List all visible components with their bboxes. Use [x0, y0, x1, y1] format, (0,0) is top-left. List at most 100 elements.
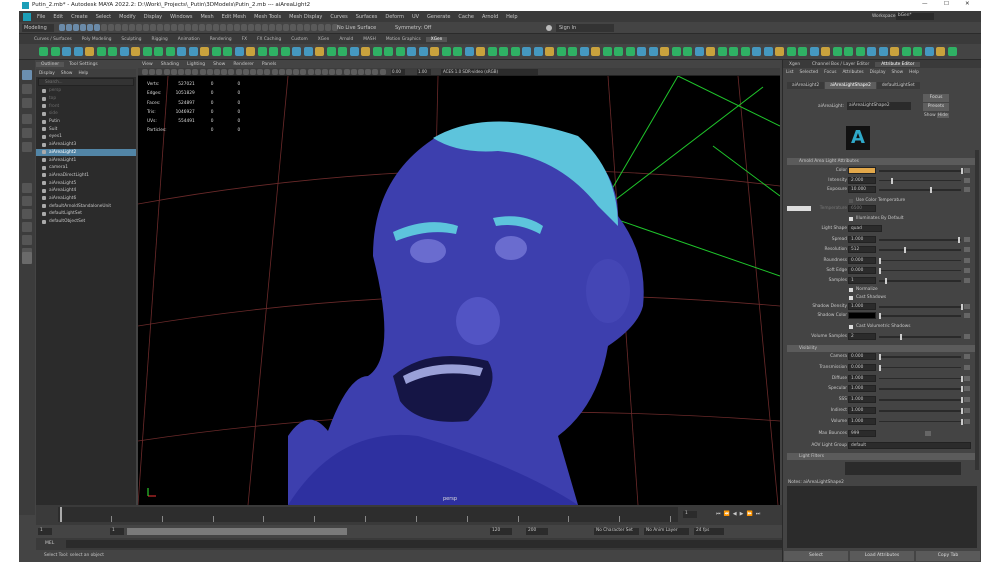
right-tab-xgen[interactable]: Xgen	[783, 62, 806, 67]
max-bounces-field[interactable]: 999	[848, 430, 876, 437]
shelf-tool-icon[interactable]	[349, 47, 359, 56]
shelf-tool-icon[interactable]	[867, 47, 876, 56]
shelf-tab-fx-caching[interactable]: FX Caching	[252, 37, 286, 42]
volume-samples-field[interactable]: 2	[848, 333, 876, 340]
status-tool-icon[interactable]	[262, 24, 268, 31]
viewport-tool-icon[interactable]	[293, 69, 300, 75]
viewport-tool-icon[interactable]	[214, 69, 220, 75]
exposure-field[interactable]: 0.00	[391, 69, 405, 75]
menu-help[interactable]: Help	[506, 14, 517, 20]
shelf-tool-icon[interactable]	[740, 47, 750, 56]
viewport-tool-icon[interactable]	[221, 69, 228, 75]
viewport-menu-renderer[interactable]: Renderer	[229, 62, 258, 67]
status-tool-icon[interactable]	[290, 24, 296, 31]
viewport-tool-icon[interactable]	[343, 69, 350, 75]
outliner-item-aiarealight3[interactable]: aiAreaLight3	[36, 141, 136, 149]
shelf-tool-icon[interactable]	[39, 47, 48, 56]
menu-file[interactable]: File	[37, 14, 45, 20]
shelf-tab-poly-modeling[interactable]: Poly Modeling	[77, 37, 117, 42]
outliner-item-eyes1[interactable]: eyes1	[36, 133, 136, 141]
menu-mesh[interactable]: Mesh	[200, 14, 213, 20]
map-button-icon[interactable]	[964, 247, 970, 253]
shadow-color-slider[interactable]	[879, 313, 961, 319]
status-tool-icon[interactable]	[171, 24, 177, 31]
shadow-color-map-button[interactable]	[964, 313, 970, 318]
attr-field-indirect[interactable]: 1.000	[848, 407, 876, 414]
viewport-scene[interactable]: persp	[138, 76, 780, 505]
viewport-menu-lighting[interactable]: Lighting	[183, 62, 209, 67]
attr-slider-roundness[interactable]	[879, 257, 961, 264]
shelf-tool-icon[interactable]	[809, 47, 819, 56]
shelf-tool-icon[interactable]	[280, 47, 290, 56]
status-tool-icon[interactable]	[220, 24, 226, 31]
section-visibility[interactable]: Visibility	[787, 345, 975, 352]
shelf-tool-icon[interactable]	[855, 47, 865, 56]
viewport-tool-icon[interactable]	[358, 69, 364, 75]
viewport-tool-icon[interactable]	[314, 69, 321, 75]
outliner-item-aiareadirectlight1[interactable]: aiAreaDirectLight1	[36, 172, 136, 180]
tab-outliner[interactable]: Outliner	[36, 62, 65, 67]
shelf-tool-icon[interactable]	[602, 47, 612, 56]
status-tool-icon[interactable]	[115, 24, 121, 31]
persp-outliner-icon[interactable]	[22, 209, 32, 219]
go-start-icon[interactable]: ⏮	[716, 511, 721, 517]
shelf-tool-icon[interactable]	[821, 47, 830, 56]
shelf-tool-icon[interactable]	[50, 47, 60, 56]
shelf-tool-icon[interactable]	[499, 47, 508, 56]
notes-field[interactable]	[787, 486, 977, 548]
map-button-icon[interactable]	[964, 278, 970, 284]
time-slider-track[interactable]	[58, 507, 678, 522]
shelf-tool-icon[interactable]	[671, 47, 681, 56]
map-button-icon[interactable]	[964, 177, 970, 183]
viewport-tool-icon[interactable]	[185, 69, 192, 75]
paint-select-icon[interactable]	[22, 98, 32, 108]
bottom-button-load-attributes[interactable]: Load Attributes	[850, 551, 914, 561]
single-view-icon[interactable]	[22, 183, 32, 193]
menu-generate[interactable]: Generate	[427, 14, 450, 20]
character-set-dropdown[interactable]: No Character Set	[594, 528, 639, 535]
status-tool-icon[interactable]	[59, 24, 65, 31]
hide-button[interactable]: Hide	[937, 113, 949, 118]
menu-curves[interactable]: Curves	[330, 14, 347, 20]
shelf-tab-rendering[interactable]: Rendering	[205, 37, 237, 42]
status-tool-icon[interactable]	[241, 24, 247, 31]
shelf-tool-icon[interactable]	[73, 47, 83, 56]
shelf-tool-icon[interactable]	[717, 47, 727, 56]
move-tool-icon[interactable]	[22, 114, 32, 124]
attr-field-volume[interactable]: 1.000	[848, 417, 876, 425]
status-tool-icon[interactable]	[255, 24, 261, 31]
attr-field-specular[interactable]: 1.000	[848, 385, 876, 393]
menu-cache[interactable]: Cache	[458, 14, 474, 20]
map-button-icon[interactable]	[964, 375, 970, 381]
attr-slider-transmission[interactable]	[879, 364, 961, 371]
outliner-menu-display[interactable]: Display	[36, 71, 58, 76]
shelf-tool-icon[interactable]	[418, 47, 428, 56]
status-tool-icon[interactable]	[283, 24, 289, 31]
shelf-tool-icon[interactable]	[85, 47, 94, 56]
status-tool-icon[interactable]	[129, 24, 135, 31]
shelf-tab-curves-surfaces[interactable]: Curves / Surfaces	[29, 37, 77, 42]
shelf-tool-icon[interactable]	[901, 47, 911, 56]
status-tool-icon[interactable]	[66, 24, 72, 31]
viewport-tool-icon[interactable]	[178, 69, 184, 75]
presets-button[interactable]: Presets	[923, 103, 949, 111]
viewport-menu-view[interactable]: View	[138, 62, 157, 67]
shelf-tool-icon[interactable]	[200, 47, 209, 56]
shelf-tool-icon[interactable]	[395, 47, 405, 56]
outliner-item-side[interactable]: side	[36, 110, 136, 118]
attr-menu-help[interactable]: Help	[906, 70, 922, 75]
section-light-filters[interactable]: Light Filters	[787, 453, 975, 460]
outliner-item-aiarealight4[interactable]: aiAreaLight4	[36, 187, 136, 195]
status-tool-icon[interactable]	[80, 24, 86, 31]
attr-field-sss[interactable]: 1.000	[848, 396, 876, 404]
slider-knob[interactable]	[879, 257, 881, 264]
status-tool-icon[interactable]	[213, 24, 219, 31]
shelf-tool-icon[interactable]	[257, 47, 267, 56]
shelf-tool-icon[interactable]	[510, 47, 520, 56]
node-tab-aiarealight2[interactable]: aiAreaLight2	[787, 82, 825, 89]
status-tool-icon[interactable]	[318, 24, 324, 31]
map-button-icon[interactable]	[964, 187, 970, 192]
current-frame-field[interactable]: 1	[683, 511, 697, 518]
shelf-tool-icon[interactable]	[487, 47, 497, 56]
attr-field-intensity[interactable]: 2.000	[848, 176, 876, 184]
